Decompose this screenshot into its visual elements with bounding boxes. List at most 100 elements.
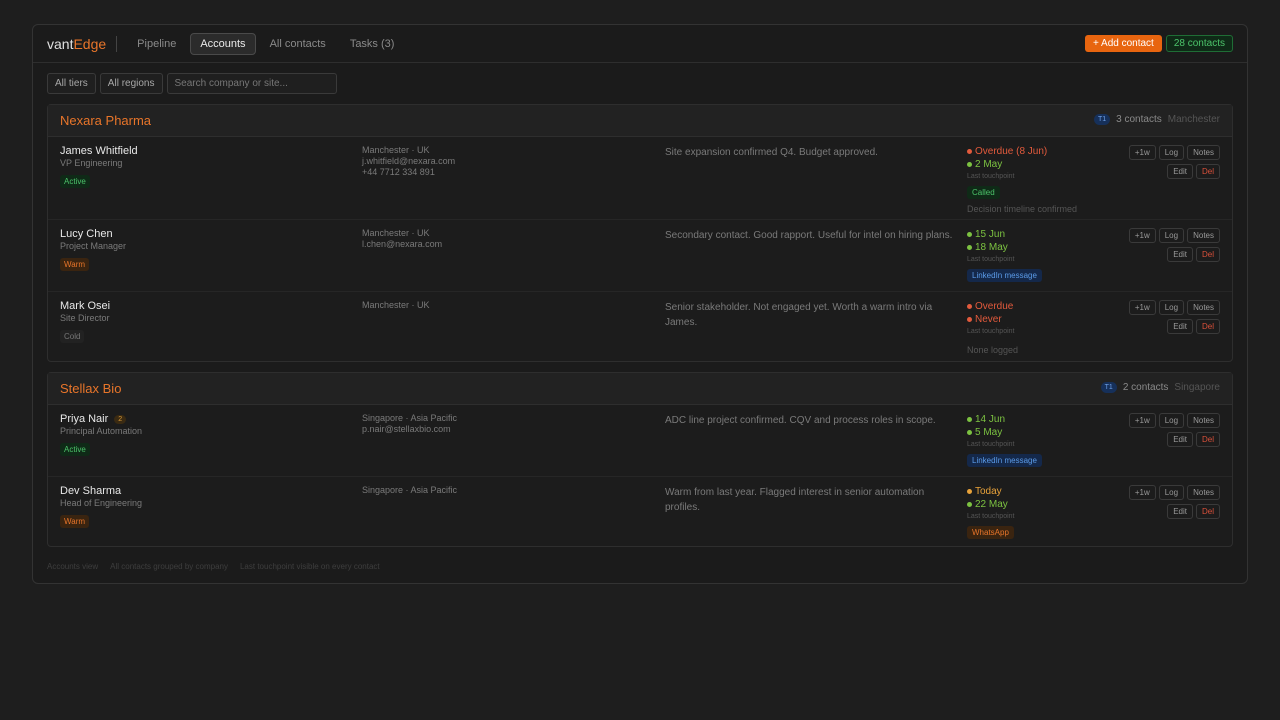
- status-dot-icon: [967, 232, 972, 237]
- notes-button[interactable]: Notes: [1187, 413, 1220, 428]
- contact-location: Singapore · Asia Pacific: [362, 485, 458, 495]
- touchpoint-note: Decision timeline confirmed: [967, 204, 1078, 214]
- contact-notes: Site expansion confirmed Q4. Budget appr…: [665, 147, 878, 158]
- footer: Accounts view All contacts grouped by co…: [47, 562, 380, 571]
- tier-badge: T1: [1100, 382, 1117, 393]
- footer-item: All contacts grouped by company: [110, 562, 228, 571]
- channel-badge: Called: [967, 186, 1000, 199]
- last-touchpoint-date: 5 May: [967, 426, 1117, 439]
- tier-filter[interactable]: All tiers: [47, 73, 96, 94]
- delete-button[interactable]: Del: [1195, 247, 1220, 262]
- status-badge: Warm: [60, 515, 90, 528]
- contact-phone[interactable]: +44 7712 334 891: [362, 167, 642, 178]
- touchpoint-label: Last touchpoint: [967, 256, 1015, 263]
- company-city: Singapore: [1174, 382, 1220, 393]
- log-button[interactable]: Log: [1158, 228, 1185, 243]
- contact-row: James Whitfield VP Engineering Active Ma…: [48, 137, 1232, 220]
- delete-button[interactable]: Del: [1195, 432, 1220, 447]
- brand-part-1: vant: [47, 35, 74, 52]
- channel-badge: WhatsApp: [967, 526, 1014, 539]
- next-touchpoint: Overdue: [967, 300, 1117, 313]
- snooze-1w-button[interactable]: +1w: [1128, 485, 1156, 500]
- contact-name[interactable]: Priya Nair: [60, 413, 108, 425]
- edit-button[interactable]: Edit: [1167, 432, 1193, 447]
- contact-email[interactable]: j.whitfield@nexara.com: [362, 156, 642, 167]
- footer-item: Accounts view: [47, 562, 99, 571]
- contact-name[interactable]: Lucy Chen: [60, 228, 113, 240]
- contact-location: Singapore · Asia Pacific: [362, 413, 458, 423]
- contact-title: Project Manager: [60, 241, 127, 251]
- region-filter[interactable]: All regions: [99, 73, 163, 94]
- last-touchpoint-date: Never: [967, 313, 1117, 326]
- contact-name[interactable]: James Whitfield: [60, 145, 138, 157]
- company-name[interactable]: Nexara Pharma: [60, 113, 151, 128]
- company-header[interactable]: Nexara Pharma T1 3 contacts Manchester: [48, 105, 1232, 137]
- log-button[interactable]: Log: [1158, 485, 1185, 500]
- company-card: Nexara Pharma T1 3 contacts Manchester J…: [47, 104, 1233, 362]
- snooze-1w-button[interactable]: +1w: [1128, 300, 1156, 315]
- touchpoint-label: Last touchpoint: [967, 173, 1015, 180]
- contact-notes: ADC line project confirmed. CQV and proc…: [665, 415, 936, 426]
- contact-row: Priya Nair 2 Principal Automation Active …: [48, 405, 1232, 477]
- log-button[interactable]: Log: [1158, 413, 1185, 428]
- contact-notes: Secondary contact. Good rapport. Useful …: [665, 230, 953, 241]
- status-dot-icon: [967, 317, 972, 322]
- contact-email[interactable]: l.chen@nexara.com: [362, 239, 642, 250]
- tab-tasks[interactable]: Tasks (3): [340, 33, 405, 55]
- contact-name[interactable]: Mark Osei: [60, 300, 110, 312]
- status-dot-icon: [967, 304, 972, 309]
- edit-button[interactable]: Edit: [1167, 164, 1193, 179]
- status-dot-icon: [967, 417, 972, 422]
- touchpoint-label: Last touchpoint: [967, 441, 1015, 448]
- tab-pipeline[interactable]: Pipeline: [127, 33, 186, 55]
- touchpoint-note: None logged: [967, 345, 1019, 355]
- notes-button[interactable]: Notes: [1187, 145, 1220, 160]
- delete-button[interactable]: Del: [1195, 319, 1220, 334]
- status-dot-icon: [967, 162, 972, 167]
- main-nav: Pipeline Accounts All contacts Tasks (3): [127, 32, 405, 55]
- tab-accounts[interactable]: Accounts: [190, 32, 256, 55]
- add-contact-button[interactable]: + Add contact: [1084, 35, 1162, 52]
- status-badge: Active: [60, 443, 90, 456]
- contact-notes: Warm from last year. Flagged interest in…: [665, 487, 925, 513]
- edit-button[interactable]: Edit: [1167, 247, 1193, 262]
- status-dot-icon: [967, 245, 972, 250]
- status-badge: Warm: [60, 258, 90, 271]
- company-contact-count: 2 contacts: [1122, 382, 1169, 393]
- delete-button[interactable]: Del: [1195, 504, 1220, 519]
- log-button[interactable]: Log: [1158, 300, 1185, 315]
- notes-button[interactable]: Notes: [1187, 300, 1220, 315]
- company-contact-count: 3 contacts: [1116, 114, 1162, 125]
- log-button[interactable]: Log: [1158, 145, 1185, 160]
- status-dot-icon: [967, 502, 972, 507]
- last-touchpoint-date: 22 May: [967, 498, 1117, 511]
- snooze-1w-button[interactable]: +1w: [1128, 413, 1156, 428]
- contact-email[interactable]: p.nair@stellaxbio.com: [362, 424, 642, 435]
- status-dot-icon: [967, 149, 972, 154]
- company-header[interactable]: Stellax Bio T1 2 contacts Singapore: [48, 373, 1232, 405]
- brand-part-2: Edge: [73, 35, 107, 52]
- delete-button[interactable]: Del: [1195, 164, 1220, 179]
- app-window: vant Edge Pipeline Accounts All contacts …: [32, 24, 1248, 584]
- tab-all-contacts[interactable]: All contacts: [260, 33, 336, 55]
- notes-button[interactable]: Notes: [1187, 228, 1220, 243]
- next-touchpoint: 15 Jun: [967, 228, 1117, 241]
- next-touchpoint: Today: [967, 485, 1117, 498]
- next-touchpoint: Overdue (8 Jun): [967, 145, 1117, 158]
- search-input[interactable]: [166, 73, 337, 94]
- contact-location: Manchester · UK: [362, 300, 430, 310]
- company-card: Stellax Bio T1 2 contacts Singapore Priy…: [47, 372, 1233, 547]
- snooze-1w-button[interactable]: +1w: [1128, 228, 1156, 243]
- edit-button[interactable]: Edit: [1167, 319, 1193, 334]
- edit-button[interactable]: Edit: [1167, 504, 1193, 519]
- status-badge: Cold: [60, 330, 85, 343]
- company-name[interactable]: Stellax Bio: [60, 381, 121, 396]
- last-touchpoint-date: 2 May: [967, 158, 1117, 171]
- contact-name[interactable]: Dev Sharma: [60, 485, 121, 497]
- brand-logo[interactable]: vant Edge: [47, 35, 118, 52]
- snooze-1w-button[interactable]: +1w: [1128, 145, 1156, 160]
- count-badge: 2: [114, 414, 127, 424]
- notes-button[interactable]: Notes: [1187, 485, 1220, 500]
- status-dot-icon: [967, 489, 972, 494]
- contact-title: Head of Engineering: [60, 498, 143, 508]
